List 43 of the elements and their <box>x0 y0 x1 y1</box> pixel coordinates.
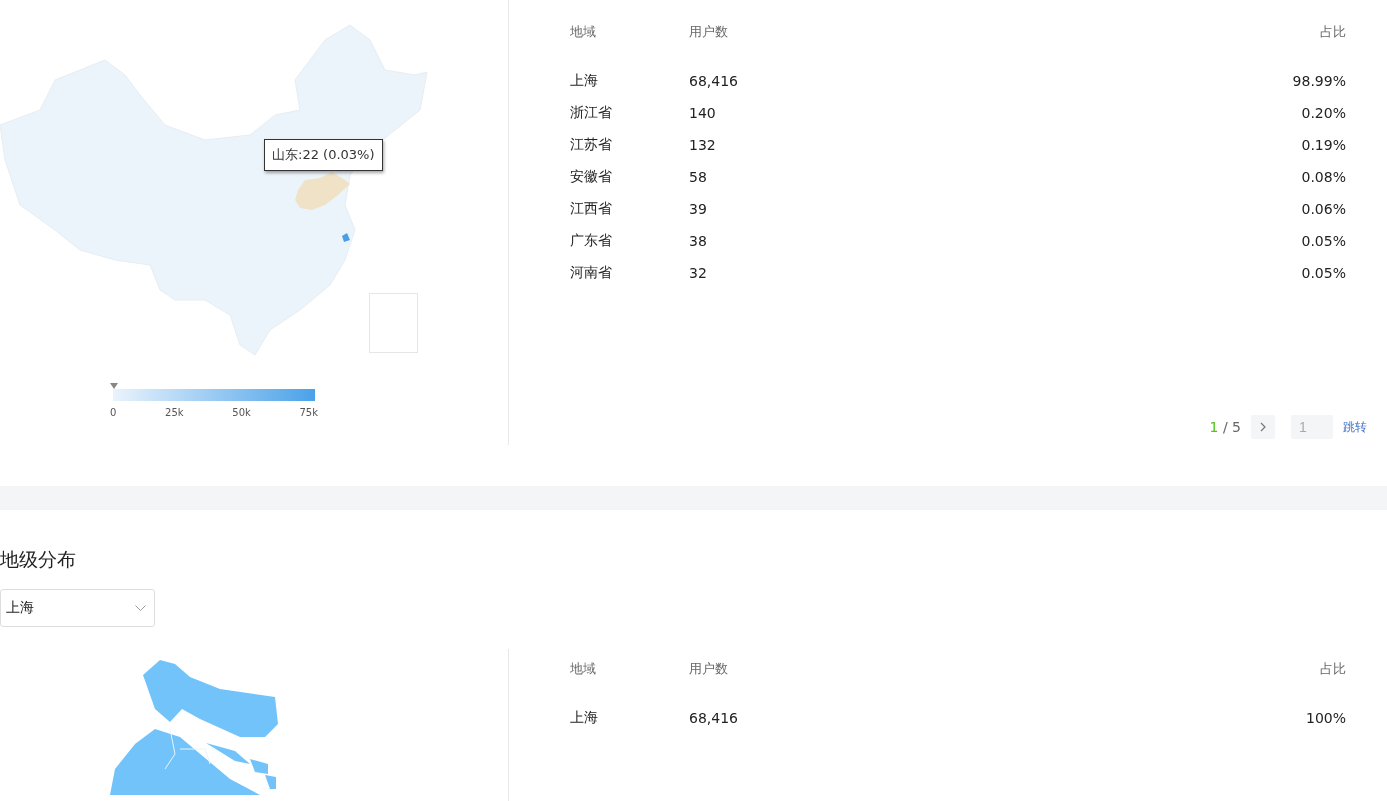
column-header: 地域 <box>570 23 597 41</box>
column-header: 用户数 <box>689 23 729 41</box>
table-cell-text: 河南省 <box>570 264 613 282</box>
table-cell-text: 0.08% <box>1300 169 1346 185</box>
table-cell-text: 广东省 <box>570 232 613 250</box>
legend-tick-label: 75k <box>299 407 318 418</box>
legend-tick-label: 0 <box>110 407 117 418</box>
legend-tick-label: 50k <box>232 407 251 418</box>
column-header: 地域 <box>570 660 597 678</box>
legend-tick-label: 25k <box>165 407 184 418</box>
chevron-down-icon <box>135 604 146 612</box>
table-cell-text: 0.19% <box>1300 137 1346 153</box>
table-cell-text: 68,416 <box>689 73 739 89</box>
table-cell-text: 39 <box>689 201 708 217</box>
table-cell-text: 0.05% <box>1300 233 1346 249</box>
table-cell-text: 浙江省 <box>570 104 613 122</box>
table-cell-text: 上海 <box>570 72 599 90</box>
table-cell-text: 140 <box>689 105 717 121</box>
section-title: 地级分布 <box>0 547 77 572</box>
table-cell-text: 上海 <box>570 709 599 727</box>
table-cell-text: 江苏省 <box>570 136 613 154</box>
chevron-right-icon <box>1260 422 1266 432</box>
column-header: 占比 <box>1319 660 1346 678</box>
table-cell-text: 38 <box>689 233 708 249</box>
column-header: 占比 <box>1319 23 1346 41</box>
table-cell-text: 32 <box>689 265 708 281</box>
next-page-button[interactable] <box>1251 415 1275 439</box>
table-cell-text: 100% <box>1304 710 1346 726</box>
column-header: 用户数 <box>689 660 729 678</box>
table-cell-text: 江西省 <box>570 200 613 218</box>
table-cell-text: 0.20% <box>1300 105 1346 121</box>
marker-icon <box>110 383 118 389</box>
table-cell-text: 安徽省 <box>570 168 613 186</box>
map-tooltip: 山东:22 (0.03%) <box>264 139 383 171</box>
page-indicator: 1 / 5 <box>1209 419 1241 435</box>
table-cell-text: 0.06% <box>1300 201 1346 217</box>
table-cell-text: 68,416 <box>689 710 739 726</box>
table-cell-text: 98.99% <box>1291 73 1346 89</box>
table-cell-text: 132 <box>689 137 717 153</box>
table-cell-text: 0.05% <box>1300 265 1346 281</box>
jump-link[interactable]: 跳转 <box>1343 418 1367 436</box>
region-select[interactable]: 上海 <box>0 589 155 627</box>
table-cell-text: 58 <box>689 169 708 185</box>
